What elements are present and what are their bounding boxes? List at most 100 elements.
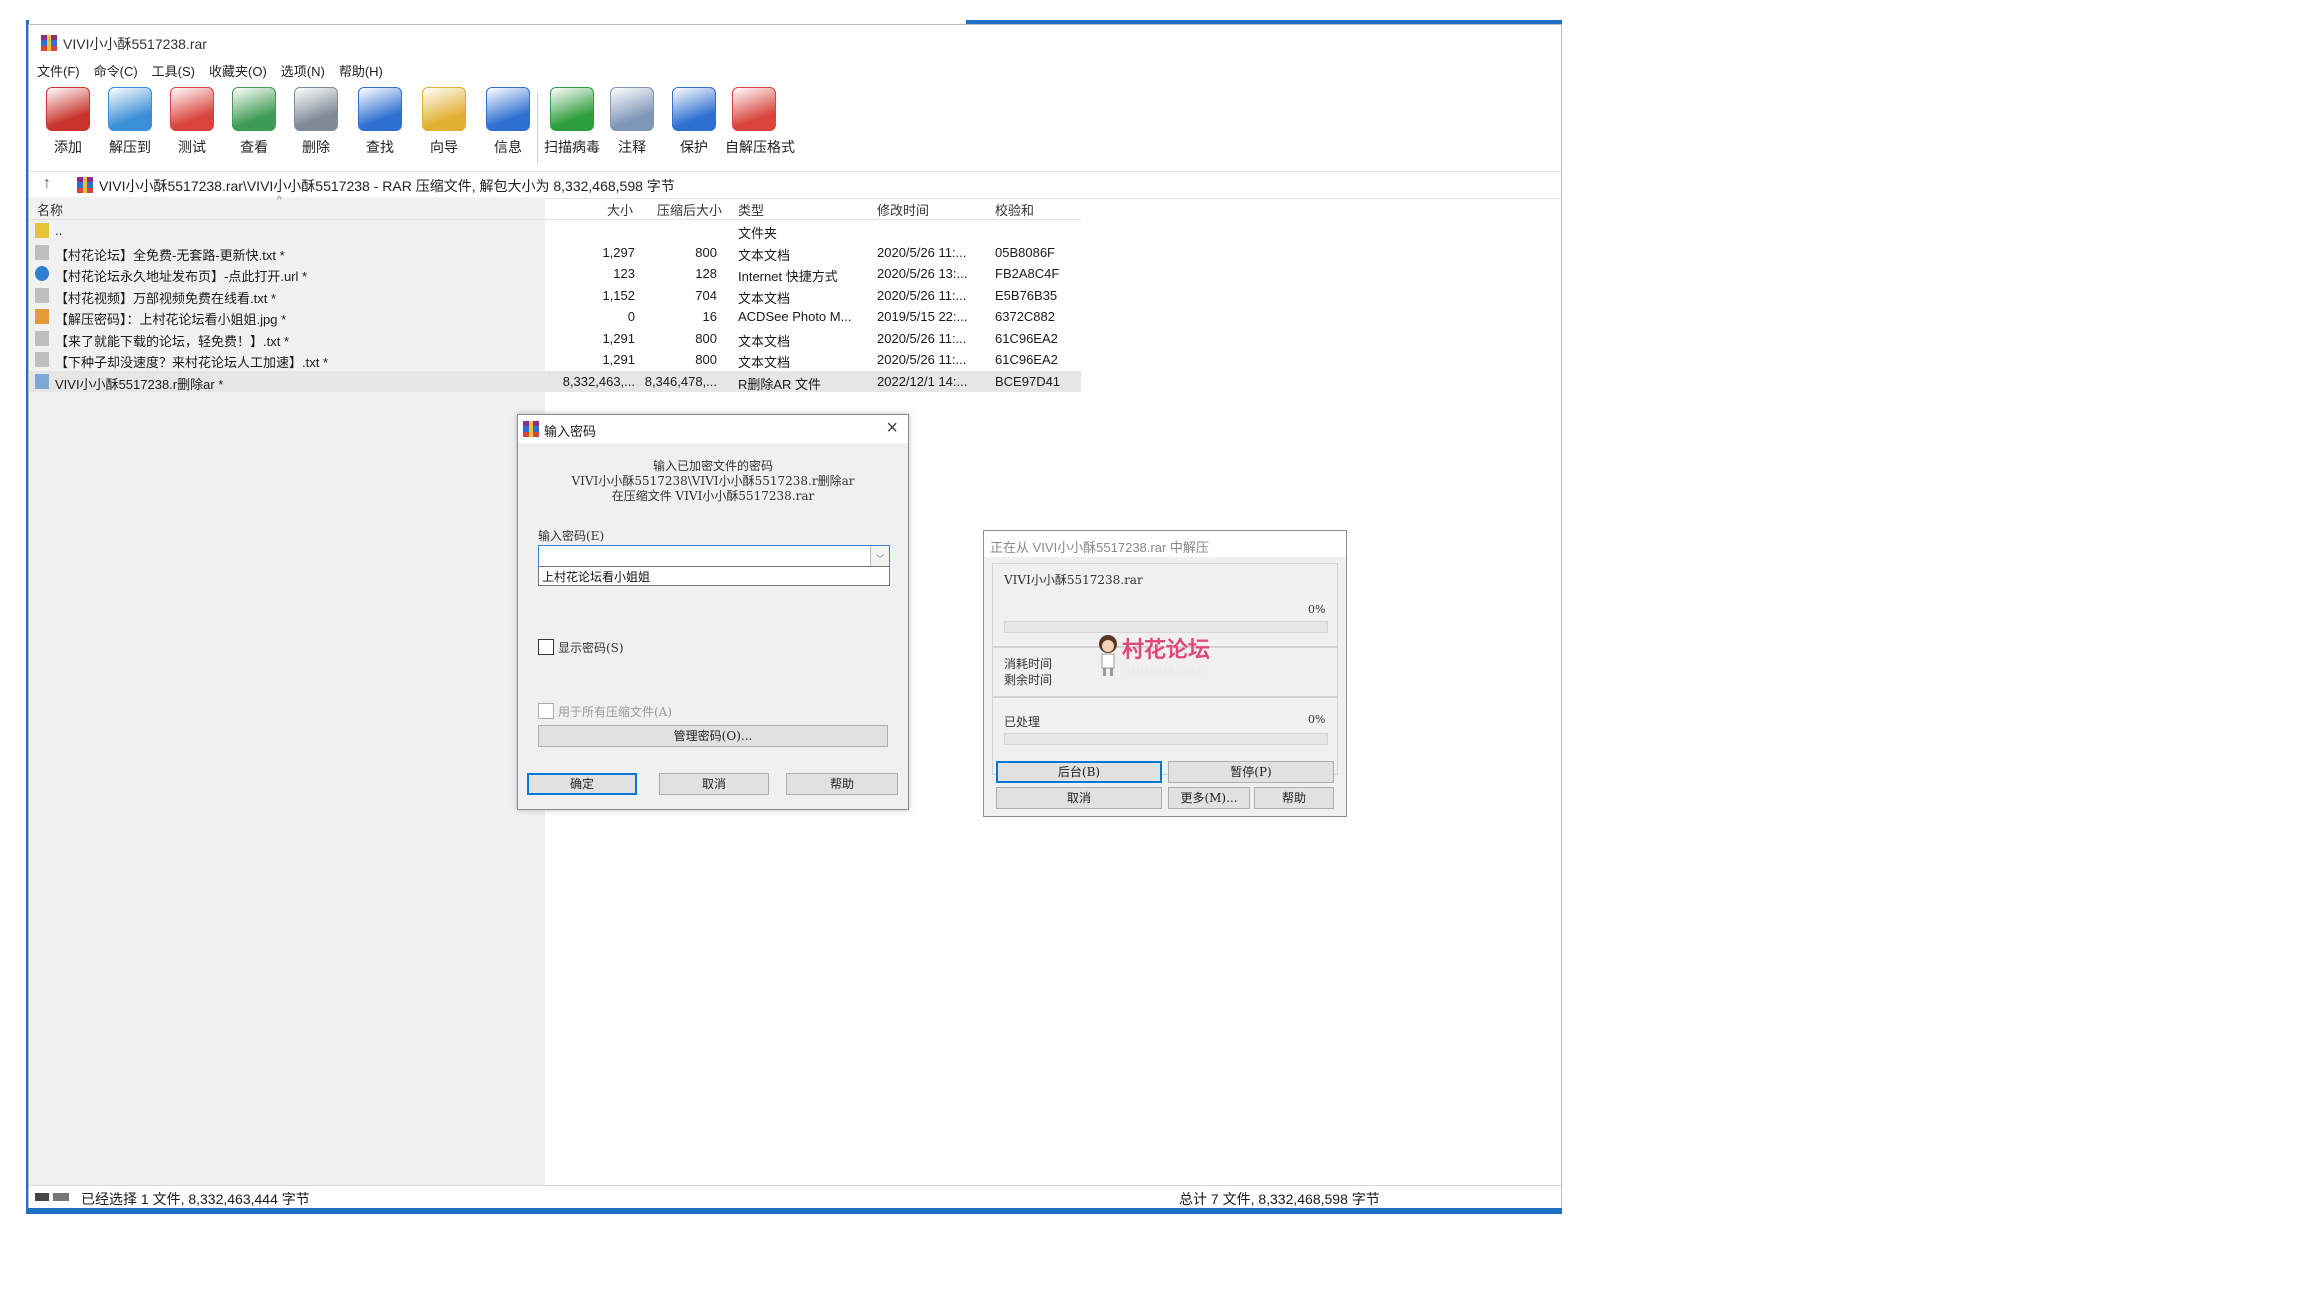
file-packed-size: 704 bbox=[695, 287, 717, 303]
chevron-down-icon[interactable]: ⌵ bbox=[870, 546, 889, 566]
file-type: ACDSee Photo M... bbox=[738, 309, 852, 324]
manage-passwords-button[interactable]: 管理密码(O)... bbox=[538, 725, 888, 747]
virus-scan-icon bbox=[550, 87, 594, 131]
file-row[interactable]: 【来了就能下载的论坛，轻免费！】.txt * 1,291 800 文本文档 2020/5… bbox=[29, 328, 1081, 349]
toolbar-button-11[interactable]: 自解压格式 bbox=[725, 87, 795, 169]
file-modified: 2022/12/1 14:... bbox=[877, 373, 968, 389]
file-row[interactable]: 【村花论坛】全免费-无套路-更新快.txt * 1,297 800 文本文档 2020/… bbox=[29, 242, 1081, 263]
toolbar-label: 解压到 bbox=[109, 139, 151, 155]
file-type: 文本文档 bbox=[738, 333, 791, 349]
file-packed-size: 800 bbox=[695, 330, 717, 346]
pause-button[interactable]: 暂停(P) bbox=[1168, 761, 1334, 783]
file-row[interactable]: VIVI小小酥5517238.r删除ar * 8,332,463,... 8,346… bbox=[29, 370, 1081, 392]
up-one-level-icon[interactable]: ↑ bbox=[43, 175, 51, 193]
toolbar-label: 扫描病毒 bbox=[544, 139, 600, 155]
toolbar-separator bbox=[537, 93, 538, 163]
progress-help-button[interactable]: 帮助 bbox=[1254, 787, 1334, 809]
background-button[interactable]: 后台(B) bbox=[996, 761, 1162, 783]
image-file-icon bbox=[35, 309, 49, 324]
file-modified: 2019/5/15 22:... bbox=[877, 309, 968, 324]
toolbar-label: 保护 bbox=[680, 139, 708, 155]
progress-dialog-titlebar: 正在从 VIVI小小酥5517238.rar 中解压 bbox=[984, 531, 1346, 557]
wizard-wand-icon bbox=[422, 87, 466, 131]
drive-status-icon bbox=[35, 1193, 69, 1201]
shield-icon bbox=[672, 87, 716, 131]
sfx-icon bbox=[732, 87, 776, 131]
toolbar-button-5[interactable]: 查找 bbox=[351, 87, 409, 169]
menu-tools[interactable]: 工具(S) bbox=[152, 61, 195, 83]
show-password-checkbox[interactable] bbox=[538, 639, 554, 655]
toolbar-button-6[interactable]: 向导 bbox=[415, 87, 473, 169]
watermark-chinese: 村花论坛 bbox=[1122, 637, 1211, 662]
title-bar: VIVI小小酥5517238.rar bbox=[29, 25, 1561, 61]
password-dialog-titlebar: 输入密码 × bbox=[518, 415, 908, 443]
winrar-app-icon bbox=[41, 35, 57, 51]
toolbar-button-10[interactable]: 保护 bbox=[665, 87, 723, 169]
file-row[interactable]: 【村花论坛永久地址发布页】-点此打开.url * 123 128 Internet 快… bbox=[29, 263, 1081, 284]
file-modified: 2020/5/26 11:... bbox=[877, 352, 967, 367]
more-button[interactable]: 更多(M)... bbox=[1168, 787, 1250, 809]
file-row[interactable]: 【村花视频】万部视频免费在线看.txt * 1,152 704 文本文档 2020/5/… bbox=[29, 285, 1081, 306]
password-input[interactable]: ⌵ bbox=[538, 545, 890, 567]
status-total: 总计 7 文件, 8,332,468,598 字节 bbox=[1179, 1191, 1380, 1207]
help-button[interactable]: 帮助 bbox=[786, 773, 898, 795]
col-size[interactable]: 大小 bbox=[607, 200, 633, 219]
archive-path[interactable]: VIVI小小酥5517238.rar\VIVI小小酥5517238 - RAR … bbox=[99, 176, 675, 196]
use-for-all-checkbox[interactable] bbox=[538, 703, 554, 719]
file-percent: 0% bbox=[1308, 603, 1326, 616]
magnifier-icon bbox=[358, 87, 402, 131]
add-archive-icon bbox=[46, 87, 90, 131]
col-type[interactable]: 类型 bbox=[738, 200, 764, 219]
toolbar-button-4[interactable]: 删除 bbox=[287, 87, 345, 169]
col-name[interactable]: 名称 bbox=[37, 200, 63, 219]
password-field-label: 输入密码(E) bbox=[538, 529, 605, 543]
toolbar-button-2[interactable]: 测试 bbox=[163, 87, 221, 169]
file-modified: 2020/5/26 11:... bbox=[877, 330, 967, 346]
sort-arrow-icon: ^ bbox=[277, 195, 282, 206]
file-row[interactable]: 【下种子却没速度？来村花论坛人工加速】.txt * 1,291 800 文本文档 202… bbox=[29, 349, 1081, 370]
use-for-all-label: 用于所有压缩文件(A) bbox=[558, 705, 673, 719]
file-name: 【村花论坛永久地址发布页】-点此打开.url * bbox=[55, 269, 308, 284]
menu-favorites[interactable]: 收藏夹(O) bbox=[209, 61, 267, 83]
extract-to-icon bbox=[108, 87, 152, 131]
file-type: Internet 快捷方式 bbox=[738, 269, 838, 284]
toolbar-label: 注释 bbox=[618, 139, 646, 155]
col-modified[interactable]: 修改时间 bbox=[877, 200, 929, 219]
file-name: 【村花视频】万部视频免费在线看.txt * bbox=[55, 290, 277, 306]
menu-file[interactable]: 文件(F) bbox=[37, 61, 80, 83]
col-packed[interactable]: 压缩后大小 bbox=[657, 200, 722, 219]
file-modified: 2020/5/26 11:... bbox=[877, 287, 967, 303]
ok-button[interactable]: 确定 bbox=[527, 773, 637, 795]
file-crc: 05B8086F bbox=[995, 244, 1055, 260]
status-selection: 已经选择 1 文件, 8,332,463,444 字节 bbox=[81, 1191, 310, 1207]
password-dropdown-option[interactable]: 上村花论坛看小姐姐 bbox=[542, 568, 650, 585]
window-title: VIVI小小酥5517238.rar bbox=[63, 36, 207, 52]
toolbar-button-1[interactable]: 解压到 bbox=[101, 87, 159, 169]
file-modified: 2020/5/26 11:... bbox=[877, 244, 967, 260]
progress-cancel-button[interactable]: 取消 bbox=[996, 787, 1162, 809]
toolbar-button-8[interactable]: 扫描病毒 bbox=[543, 87, 601, 169]
file-packed-size: 800 bbox=[695, 352, 717, 367]
menu-help[interactable]: 帮助(H) bbox=[339, 61, 383, 83]
comment-icon bbox=[610, 87, 654, 131]
forum-watermark: 村花论坛 cunhua.win bbox=[1092, 632, 1252, 688]
toolbar-button-9[interactable]: 注释 bbox=[603, 87, 661, 169]
text-file-icon bbox=[35, 244, 49, 260]
menu-commands[interactable]: 命令(C) bbox=[94, 61, 138, 83]
toolbar-button-3[interactable]: 查看 bbox=[225, 87, 283, 169]
folder-icon bbox=[35, 223, 49, 238]
cancel-button[interactable]: 取消 bbox=[659, 773, 769, 795]
file-row[interactable]: .. 文件夹 bbox=[29, 220, 1081, 241]
toolbar-button-7[interactable]: 信息 bbox=[479, 87, 537, 169]
file-row[interactable]: 【解压密码】：上村花论坛看小姐姐.jpg * 0 16 ACDSee Photo M.… bbox=[29, 306, 1081, 327]
file-crc: E5B76B35 bbox=[995, 287, 1058, 303]
menu-options[interactable]: 选项(N) bbox=[281, 61, 325, 83]
close-icon[interactable]: × bbox=[886, 417, 898, 440]
toolbar-button-0[interactable]: 添加 bbox=[39, 87, 97, 169]
file-name: 【下种子却没速度？来村花论坛人工加速】.txt * bbox=[55, 355, 329, 370]
toolbar-label: 测试 bbox=[178, 139, 206, 155]
col-crc[interactable]: 校验和 bbox=[995, 200, 1034, 219]
file-type: 文件夹 bbox=[738, 226, 778, 241]
file-type: 文本文档 bbox=[738, 247, 791, 263]
info-icon bbox=[486, 87, 530, 131]
